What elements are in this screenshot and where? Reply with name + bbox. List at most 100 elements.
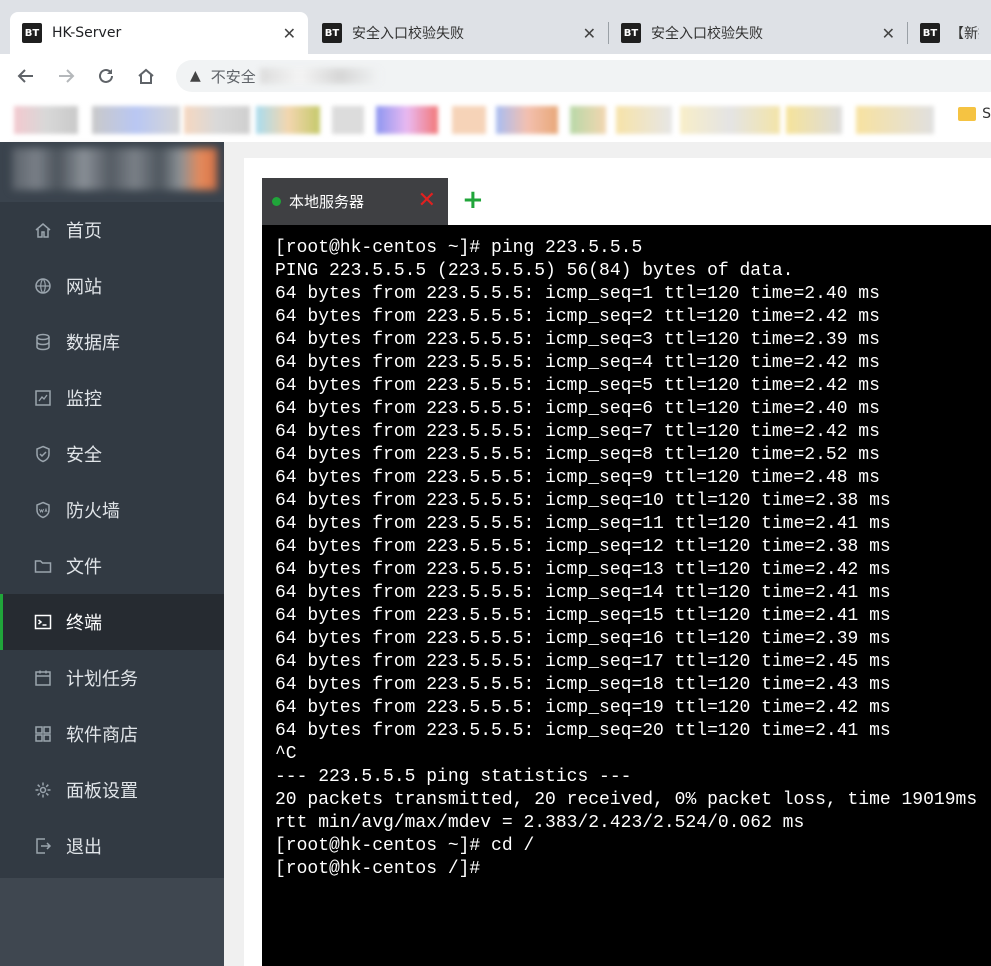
browser-tab-new-post[interactable]: BT 【新提	[908, 12, 991, 54]
bookmark-folder-label: S	[982, 106, 991, 122]
terminal-line: 64 bytes from 223.5.5.5: icmp_seq=9 ttl=…	[275, 468, 880, 488]
terminal-line: 64 bytes from 223.5.5.5: icmp_seq=16 ttl…	[275, 629, 891, 649]
bookmark-item[interactable]	[680, 106, 780, 134]
redacted-server-name	[12, 148, 217, 190]
gear-icon	[34, 781, 52, 799]
terminal-line: 64 bytes from 223.5.5.5: icmp_seq=3 ttl=…	[275, 330, 880, 350]
bt-favicon-icon: BT	[22, 23, 42, 43]
terminal-line: 64 bytes from 223.5.5.5: icmp_seq=20 ttl…	[275, 721, 891, 741]
address-bar[interactable]: ▲ 不安全	[176, 60, 991, 92]
terminal-line: 64 bytes from 223.5.5.5: icmp_seq=15 ttl…	[275, 606, 891, 626]
terminal-line: [root@hk-centos ~]# ping 223.5.5.5	[275, 238, 643, 258]
bookmark-item[interactable]	[616, 106, 672, 134]
reload-icon[interactable]	[94, 64, 118, 88]
close-icon[interactable]: ✕	[418, 188, 436, 213]
forward-arrow-icon[interactable]	[54, 64, 78, 88]
sidebar-item-label: 监控	[66, 389, 102, 410]
warning-triangle-icon[interactable]: ▲	[190, 68, 201, 84]
terminal-line: [root@hk-centos ~]# cd /	[275, 836, 535, 856]
sidebar-footer	[0, 878, 224, 966]
terminal-line: 64 bytes from 223.5.5.5: icmp_seq=10 ttl…	[275, 491, 891, 511]
sidebar-header	[0, 142, 224, 202]
bt-favicon-icon: BT	[920, 23, 940, 43]
bookmark-item[interactable]	[452, 106, 486, 134]
sidebar-item-home[interactable]: 首页	[0, 202, 224, 258]
terminal-screen[interactable]: [root@hk-centos ~]# ping 223.5.5.5 PING …	[262, 225, 991, 966]
terminal-line: 64 bytes from 223.5.5.5: icmp_seq=18 ttl…	[275, 675, 891, 695]
redacted-url	[259, 68, 380, 84]
sidebar-item-files[interactable]: 文件	[0, 538, 224, 594]
terminal-line: 64 bytes from 223.5.5.5: icmp_seq=2 ttl=…	[275, 307, 880, 327]
terminal-line: rtt min/avg/max/mdev = 2.383/2.423/2.524…	[275, 813, 805, 833]
sidebar-item-label: 计划任务	[66, 669, 138, 690]
browser-tab-hk-server[interactable]: BT HK-Server ✕	[10, 12, 308, 54]
terminal-line: 64 bytes from 223.5.5.5: icmp_seq=12 ttl…	[275, 537, 891, 557]
terminal-line: --- 223.5.5.5 ping statistics ---	[275, 767, 632, 787]
sidebar-item-label: 文件	[66, 557, 102, 578]
terminal-line: ^C	[275, 744, 297, 764]
monitor-icon	[34, 389, 52, 407]
terminal-line: 64 bytes from 223.5.5.5: icmp_seq=8 ttl=…	[275, 445, 880, 465]
bookmark-item[interactable]	[92, 106, 180, 134]
add-terminal-tab-button[interactable]: +	[462, 187, 484, 213]
bookmark-item[interactable]	[332, 106, 364, 134]
back-arrow-icon[interactable]	[14, 64, 38, 88]
sidebar-item-label: 终端	[66, 613, 102, 634]
close-icon[interactable]: ✕	[882, 24, 895, 43]
sidebar-item-label: 网站	[66, 277, 102, 298]
sidebar-item-label: 防火墙	[66, 501, 120, 522]
sidebar-item-cron[interactable]: 计划任务	[0, 650, 224, 706]
home-icon	[34, 221, 52, 239]
terminal-line: 64 bytes from 223.5.5.5: icmp_seq=19 ttl…	[275, 698, 891, 718]
close-icon[interactable]: ✕	[283, 24, 296, 43]
logout-icon	[34, 837, 52, 855]
browser-tab-strip: BT HK-Server ✕ BT 安全入口校验失败 ✕ BT 安全入口校验失败…	[0, 0, 991, 54]
sidebar-item-firewall[interactable]: 防火墙	[0, 482, 224, 538]
calendar-icon	[34, 669, 52, 687]
terminal-line: 64 bytes from 223.5.5.5: icmp_seq=11 ttl…	[275, 514, 891, 534]
terminal-output: [root@hk-centos ~]# ping 223.5.5.5 PING …	[275, 237, 977, 881]
sidebar-item-panel-settings[interactable]: 面板设置	[0, 762, 224, 818]
status-dot-icon	[272, 197, 281, 206]
bt-favicon-icon: BT	[322, 23, 342, 43]
sidebar-item-label: 退出	[66, 837, 102, 858]
bookmark-item[interactable]	[14, 106, 78, 134]
sidebar-item-monitor[interactable]: 监控	[0, 370, 224, 426]
terminal-line: 64 bytes from 223.5.5.5: icmp_seq=6 ttl=…	[275, 399, 880, 419]
home-browser-icon[interactable]	[134, 64, 158, 88]
sidebar-item-label: 软件商店	[66, 725, 138, 746]
sidebar-item-database[interactable]: 数据库	[0, 314, 224, 370]
tab-title: 【新提	[950, 26, 979, 42]
terminal-line: 64 bytes from 223.5.5.5: icmp_seq=1 ttl=…	[275, 284, 880, 304]
bookmark-item[interactable]	[570, 106, 606, 134]
sidebar-item-website[interactable]: 网站	[0, 258, 224, 314]
tab-title: 安全入口校验失败	[352, 26, 464, 42]
browser-tab-security-fail-1[interactable]: BT 安全入口校验失败 ✕	[310, 12, 609, 54]
folder-icon	[34, 557, 52, 575]
close-icon[interactable]: ✕	[583, 24, 596, 43]
sidebar-item-security[interactable]: 安全	[0, 426, 224, 482]
sidebar-item-terminal[interactable]: 终端	[0, 594, 224, 650]
sidebar-item-label: 面板设置	[66, 781, 138, 802]
database-icon	[34, 333, 52, 351]
sidebar: 首页 网站 数据库 监控 安全 防火墙 文件 终端 计划任务 软件商店 面板设置…	[0, 142, 224, 966]
bookmark-item[interactable]	[256, 106, 320, 134]
sidebar-item-label: 数据库	[66, 333, 120, 354]
bookmark-item[interactable]	[786, 106, 842, 134]
sidebar-item-app-store[interactable]: 软件商店	[0, 706, 224, 762]
terminal-tab-local-server[interactable]: 本地服务器 ✕	[262, 178, 448, 225]
browser-tab-security-fail-2[interactable]: BT 安全入口校验失败 ✕	[609, 12, 908, 54]
terminal-line: 20 packets transmitted, 20 received, 0% …	[275, 790, 978, 810]
bookmark-item[interactable]	[856, 106, 934, 134]
terminal-line: PING 223.5.5.5 (223.5.5.5) 56(84) bytes …	[275, 261, 794, 281]
bookmark-item[interactable]	[376, 106, 438, 134]
sidebar-item-logout[interactable]: 退出	[0, 818, 224, 874]
sidebar-item-label: 首页	[66, 221, 102, 242]
terminal-prompt-line: [root@hk-centos /]#	[275, 859, 492, 879]
bookmark-folder[interactable]: S	[958, 106, 991, 122]
bookmark-item[interactable]	[184, 106, 250, 134]
bookmark-item[interactable]	[496, 106, 558, 134]
terminal-line: 64 bytes from 223.5.5.5: icmp_seq=17 ttl…	[275, 652, 891, 672]
bookmarks-bar: S	[0, 98, 991, 142]
globe-icon	[34, 277, 52, 295]
